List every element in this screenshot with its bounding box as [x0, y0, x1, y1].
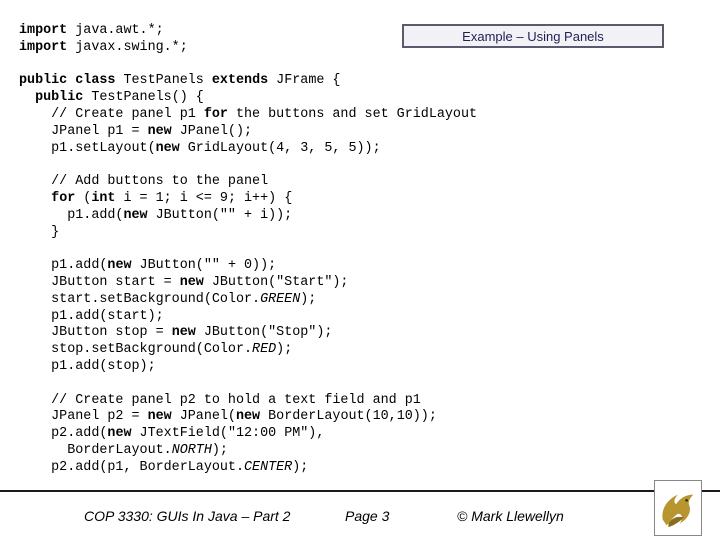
- slide-title-box: Example – Using Panels: [402, 24, 664, 48]
- footer-course: COP 3330: GUIs In Java – Part 2: [84, 508, 291, 524]
- code-line-20: JPanel p2 = new JPanel(new BorderLayout(…: [19, 409, 437, 424]
- code-line-4: public TestPanels() {: [35, 90, 204, 105]
- pegasus-logo-icon: [654, 480, 702, 536]
- code-line-15: p1.add(start);: [19, 309, 164, 324]
- code-line-9: for (int i = 1; i <= 9; i++) {: [51, 191, 293, 206]
- code-line-19: // Create panel p2 to hold a text field …: [19, 393, 421, 408]
- code-line-21: p2.add(new JTextField("12:00 PM"),: [19, 426, 325, 441]
- footer-page: Page 3: [345, 508, 390, 524]
- code-line-14: start.setBackground(Color.GREEN);: [19, 292, 317, 307]
- code-line-6: JPanel p1 = new JPanel();: [19, 124, 253, 139]
- code-line-17: stop.setBackground(Color.RED);: [19, 342, 293, 357]
- code-line-1: import java.awt.*;: [19, 23, 164, 38]
- code-line-10: p1.add(new JButton("" + i));: [19, 208, 293, 223]
- code-line-22: BorderLayout.NORTH);: [19, 443, 228, 458]
- code-line-16: JButton stop = new JButton("Stop");: [19, 325, 333, 340]
- footer-author: © Mark Llewellyn: [457, 508, 564, 524]
- code-line-5: // Create panel p1 for the buttons and s…: [19, 107, 478, 122]
- code-line-7: p1.setLayout(new GridLayout(4, 3, 5, 5))…: [19, 141, 381, 156]
- code-line-2: import javax.swing.*;: [19, 40, 188, 55]
- code-line-11: }: [19, 225, 60, 240]
- code-line-12: p1.add(new JButton("" + 0));: [19, 258, 277, 273]
- code-line-13: JButton start = new JButton("Start");: [19, 275, 349, 290]
- code-line-3: public class TestPanels extends JFrame {: [19, 73, 341, 88]
- slide-footer: COP 3330: GUIs In Java – Part 2 Page 3 ©…: [0, 492, 720, 540]
- code-line-18: p1.add(stop);: [19, 359, 156, 374]
- code-line-8: // Add buttons to the panel: [19, 174, 269, 189]
- code-line-23: p2.add(p1, BorderLayout.CENTER);: [19, 460, 309, 475]
- slide-title: Example – Using Panels: [462, 28, 604, 44]
